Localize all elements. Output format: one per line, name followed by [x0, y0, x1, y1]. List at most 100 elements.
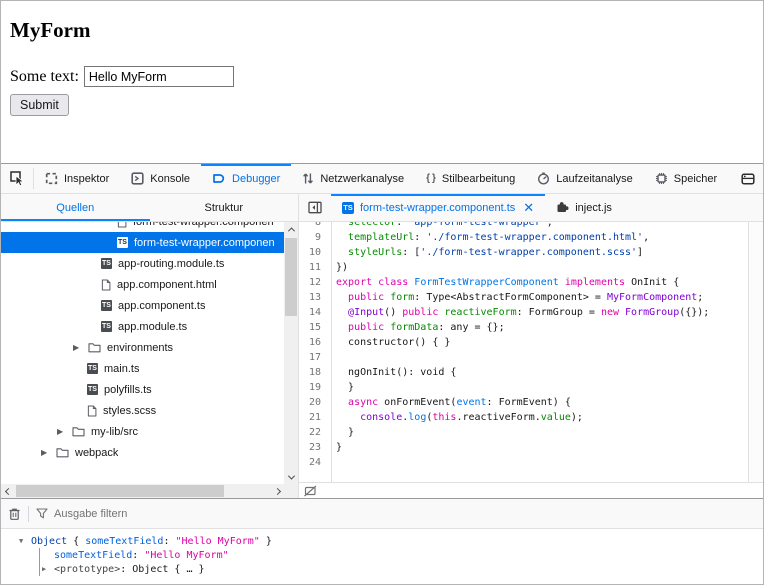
- collapse-sources-panel-button[interactable]: [299, 194, 331, 221]
- code-line-10[interactable]: 10 styleUrls: ['./form-test-wrapper.comp…: [299, 245, 748, 260]
- code-text: templateUrl: './form-test-wrapper.compon…: [331, 230, 649, 245]
- line-number[interactable]: 9: [299, 230, 331, 245]
- line-number[interactable]: 24: [299, 455, 331, 470]
- console-log-row[interactable]: someTextField: "Hello MyForm": [1, 548, 763, 562]
- folder-icon: [56, 447, 69, 458]
- code-line-22[interactable]: 22 }: [299, 425, 748, 440]
- storage-panel-button[interactable]: [733, 164, 763, 193]
- code-line-9[interactable]: 9 templateUrl: './form-test-wrapper.comp…: [299, 230, 748, 245]
- tree-item-my-lib-src[interactable]: ▶my-lib/src: [1, 421, 284, 442]
- ignore-source-icon: [304, 485, 317, 497]
- code-line-14[interactable]: 14 @Input() public reactiveForm: FormGro…: [299, 305, 748, 320]
- tree-item-app.module.ts[interactable]: TSapp.module.ts: [1, 316, 284, 337]
- console-log-rows: ▼Object { someTextField: "Hello MyForm" …: [1, 529, 763, 584]
- tree-item-app.component.html[interactable]: app.component.html: [1, 274, 284, 295]
- line-number[interactable]: 15: [299, 320, 331, 335]
- code-line-20[interactable]: 20 async onFormEvent(event: FormEvent) {: [299, 395, 748, 410]
- tree-item-environments[interactable]: ▶environments: [1, 337, 284, 358]
- tab-netzwerkanalyse[interactable]: Netzwerkanalyse: [291, 164, 415, 193]
- tab-inject-js[interactable]: inject.js: [545, 194, 623, 221]
- tab-form-test-wrapper-component-ts[interactable]: TS form-test-wrapper.component.ts ✕: [331, 194, 545, 221]
- code-scroll[interactable]: 8 selector: 'app-form-test-wrapper',9 te…: [299, 222, 748, 482]
- tab-stilbearbeitung[interactable]: { } Stilbearbeitung: [415, 164, 526, 193]
- log-token: :: [163, 536, 175, 547]
- code-line-17[interactable]: 17: [299, 350, 748, 365]
- expand-arrow-icon[interactable]: ▼: [19, 537, 31, 545]
- expand-arrow-icon[interactable]: ▶: [41, 448, 50, 457]
- tree-item-label: webpack: [75, 447, 118, 459]
- tree-item-form-test-wrapper.componen[interactable]: form-test-wrapper.componen: [1, 222, 284, 232]
- clear-console-button[interactable]: [8, 507, 21, 521]
- expand-arrow-icon[interactable]: ▶: [73, 343, 82, 352]
- line-number[interactable]: 18: [299, 365, 331, 380]
- line-number[interactable]: 11: [299, 260, 331, 275]
- line-number[interactable]: 23: [299, 440, 331, 455]
- console-log-row[interactable]: ▼Object { someTextField: "Hello MyForm" …: [1, 534, 763, 548]
- scroll-up-icon[interactable]: [284, 222, 298, 236]
- code-line-19[interactable]: 19 }: [299, 380, 748, 395]
- code-line-18[interactable]: 18 ngOnInit(): void {: [299, 365, 748, 380]
- code-line-11[interactable]: 11}): [299, 260, 748, 275]
- code-line-13[interactable]: 13 public form: Type<AbstractFormCompone…: [299, 290, 748, 305]
- line-number[interactable]: 8: [299, 222, 331, 230]
- tree-item-styles.scss[interactable]: styles.scss: [1, 400, 284, 421]
- tree-horizontal-scrollbar[interactable]: [1, 484, 284, 498]
- tab-quellen[interactable]: Quellen: [1, 194, 150, 221]
- tree-item-polyfills.ts[interactable]: TSpolyfills.ts: [1, 379, 284, 400]
- tree-item-label: app-routing.module.ts: [118, 258, 224, 270]
- tab-inspektor[interactable]: Inspektor: [34, 164, 120, 193]
- line-number[interactable]: 13: [299, 290, 331, 305]
- tree-item-webpack[interactable]: ▶ webpack: [1, 442, 284, 463]
- scroll-left-icon[interactable]: [1, 484, 15, 498]
- line-number[interactable]: 21: [299, 410, 331, 425]
- log-token: <prototype>: [54, 564, 120, 575]
- code-text: constructor() { }: [331, 335, 450, 350]
- tree-item-app-routing.module.ts[interactable]: TSapp-routing.module.ts: [1, 253, 284, 274]
- line-number[interactable]: 10: [299, 245, 331, 260]
- submit-button[interactable]: Submit: [10, 94, 69, 116]
- log-token: :: [132, 550, 144, 561]
- code-line-23[interactable]: 23}: [299, 440, 748, 455]
- element-picker-button[interactable]: [1, 164, 33, 193]
- tree-item-form-test-wrapper.componen[interactable]: TSform-test-wrapper.componen: [1, 232, 284, 253]
- code-line-16[interactable]: 16 constructor() { }: [299, 335, 748, 350]
- line-number[interactable]: 16: [299, 335, 331, 350]
- scrollbar-thumb[interactable]: [285, 238, 297, 316]
- blackbox-source-button[interactable]: [304, 485, 317, 497]
- tab-laufzeitanalyse[interactable]: Laufzeitanalyse: [526, 164, 643, 193]
- tree-item-main.ts[interactable]: TSmain.ts: [1, 358, 284, 379]
- tab-konsole[interactable]: Konsole: [120, 164, 201, 193]
- code-line-21[interactable]: 21 console.log(this.reactiveForm.value);: [299, 410, 748, 425]
- tree-item-app.component.ts[interactable]: TSapp.component.ts: [1, 295, 284, 316]
- code-text: public formData: any = {};: [331, 320, 505, 335]
- line-number[interactable]: 20: [299, 395, 331, 410]
- storage-icon: [741, 172, 755, 186]
- code-text: }: [331, 425, 354, 440]
- editor-scrollbar-track[interactable]: [748, 222, 763, 482]
- code-line-8[interactable]: 8 selector: 'app-form-test-wrapper',: [299, 222, 748, 230]
- sources-panel-tabs: Quellen Struktur: [1, 194, 298, 222]
- scroll-right-icon[interactable]: [270, 484, 284, 498]
- scrollbar-thumb[interactable]: [16, 485, 224, 497]
- scroll-down-icon[interactable]: [284, 470, 298, 484]
- line-number[interactable]: 12: [299, 275, 331, 290]
- typescript-file-icon: TS: [117, 237, 128, 248]
- code-text: [331, 455, 336, 470]
- tab-debugger[interactable]: Debugger: [201, 164, 291, 193]
- close-tab-icon[interactable]: ✕: [523, 201, 534, 214]
- line-number[interactable]: 22: [299, 425, 331, 440]
- tab-speicher[interactable]: Speicher: [644, 164, 728, 193]
- some-text-input[interactable]: [84, 66, 234, 87]
- console-log-row[interactable]: ▶<prototype>: Object { … }: [1, 562, 763, 576]
- expand-arrow-icon[interactable]: ▶: [42, 565, 46, 573]
- code-line-15[interactable]: 15 public formData: any = {};: [299, 320, 748, 335]
- console-filter-input[interactable]: [54, 508, 354, 520]
- line-number[interactable]: 14: [299, 305, 331, 320]
- line-number[interactable]: 17: [299, 350, 331, 365]
- expand-arrow-icon[interactable]: ▶: [57, 427, 66, 436]
- tab-struktur[interactable]: Struktur: [150, 194, 299, 221]
- code-line-12[interactable]: 12export class FormTestWrapperComponent …: [299, 275, 748, 290]
- line-number[interactable]: 19: [299, 380, 331, 395]
- tree-vertical-scrollbar[interactable]: [284, 222, 298, 484]
- code-line-24[interactable]: 24: [299, 455, 748, 470]
